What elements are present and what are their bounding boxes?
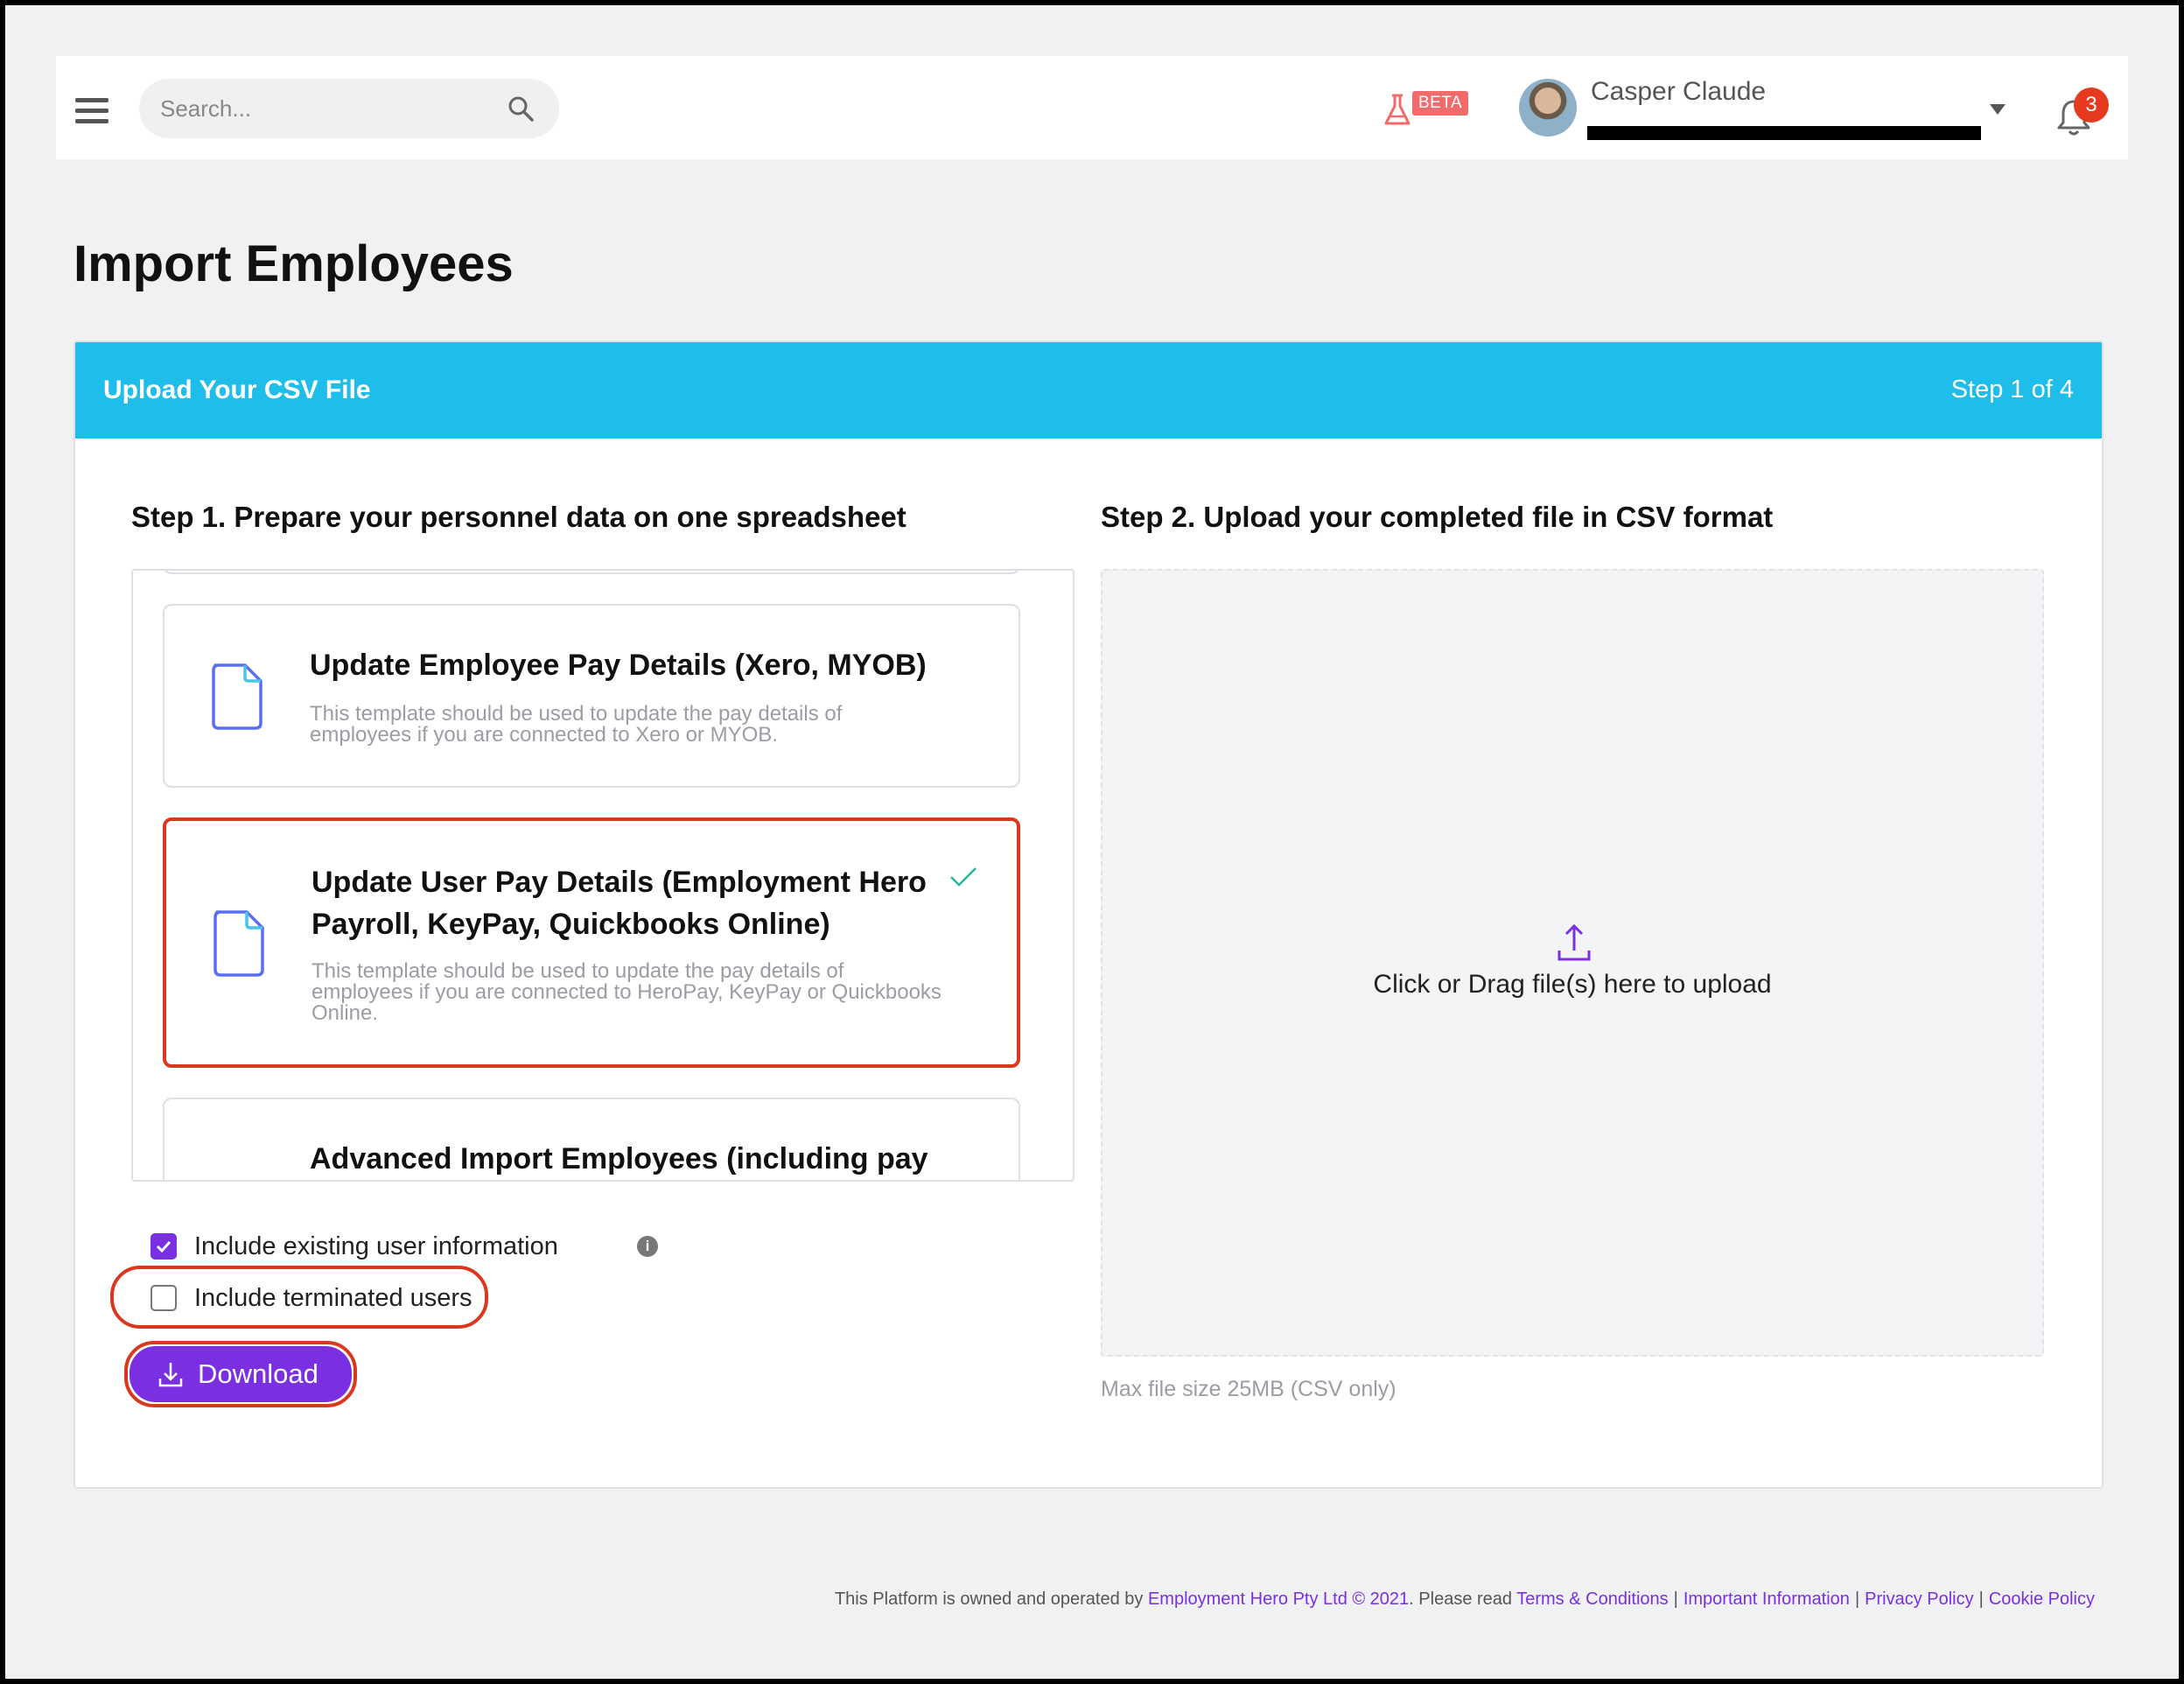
- template-card-heropay-keypay-quickbooks[interactable]: Update User Pay Details (Employment Hero…: [163, 817, 1020, 1068]
- footer-prefix: This Platform is owned and operated by: [834, 1589, 1144, 1609]
- file-dropzone[interactable]: Click or Drag file(s) here to upload: [1101, 569, 2044, 1357]
- beta-features-button[interactable]: BETA: [1382, 88, 1470, 131]
- template-description: This template should be used to update t…: [310, 702, 843, 747]
- search-icon[interactable]: [507, 95, 535, 123]
- caret-down-icon[interactable]: [1990, 104, 2006, 115]
- template-list[interactable]: Update Employee Pay Details (Xero, MYOB)…: [131, 569, 1074, 1182]
- page-title: Import Employees: [74, 235, 514, 292]
- footer-separator: |: [1978, 1589, 1984, 1609]
- important-information-link[interactable]: Important Information: [1684, 1589, 1850, 1609]
- search-box: [139, 79, 559, 138]
- cookie-policy-link[interactable]: Cookie Policy: [1989, 1589, 2095, 1609]
- footer-middle: . Please read: [1409, 1589, 1513, 1609]
- document-icon: [212, 663, 262, 730]
- download-label: Download: [198, 1358, 318, 1389]
- include-existing-label[interactable]: Include existing user information: [194, 1232, 558, 1261]
- template-title: Update Employee Pay Details (Xero, MYOB): [310, 649, 927, 682]
- download-icon: [158, 1363, 183, 1387]
- top-navigation-bar: BETA Casper Claude 3: [56, 56, 2128, 159]
- document-icon: [214, 910, 264, 977]
- template-description: This template should be used to update t…: [312, 959, 942, 1025]
- footer: This Platform is owned and operated by E…: [835, 1589, 2095, 1610]
- footer-separator: |: [1854, 1589, 1860, 1609]
- menu-icon[interactable]: [75, 98, 108, 123]
- company-link[interactable]: Employment Hero Pty Ltd © 2021: [1148, 1589, 1409, 1609]
- template-card-xero-myob[interactable]: Update Employee Pay Details (Xero, MYOB)…: [163, 604, 1020, 788]
- step2-title: Step 2. Upload your completed file in CS…: [1101, 501, 1774, 533]
- download-button[interactable]: Download: [130, 1346, 352, 1402]
- notifications-button[interactable]: 3: [2056, 88, 2109, 137]
- import-card: Upload Your CSV File Step 1 of 4 Step 1.…: [74, 340, 2104, 1489]
- step1-title: Step 1. Prepare your personnel data on o…: [131, 501, 906, 533]
- card-header-title: Upload Your CSV File: [103, 375, 371, 404]
- checkmark-icon: [950, 867, 976, 887]
- terms-link[interactable]: Terms & Conditions: [1516, 1589, 1668, 1609]
- upload-icon: [1558, 923, 1591, 961]
- template-title: Advanced Import Employees (including pay: [310, 1142, 928, 1175]
- footer-separator: |: [1673, 1589, 1678, 1609]
- privacy-policy-link[interactable]: Privacy Policy: [1865, 1589, 1973, 1609]
- dropzone-text: Click or Drag file(s) here to upload: [1373, 970, 1772, 999]
- app-frame: BETA Casper Claude 3 Import Employees Up…: [5, 5, 2179, 1679]
- include-terminated-option[interactable]: Include terminated users: [150, 1281, 500, 1316]
- include-existing-checkbox[interactable]: [150, 1233, 177, 1259]
- search-input[interactable]: [160, 91, 493, 126]
- beta-badge: BETA: [1412, 91, 1469, 116]
- include-terminated-label[interactable]: Include terminated users: [194, 1284, 472, 1313]
- checkmark-icon: [156, 1240, 172, 1253]
- flask-icon: [1384, 94, 1410, 125]
- template-title: Update User Pay Details (Employment Hero…: [312, 866, 927, 941]
- card-header: Upload Your CSV File Step 1 of 4: [75, 342, 2102, 439]
- include-terminated-checkbox[interactable]: [150, 1285, 177, 1311]
- notification-count-badge: 3: [2074, 88, 2109, 123]
- template-card-advanced-import[interactable]: Advanced Import Employees (including pay: [163, 1098, 1020, 1180]
- user-name[interactable]: Casper Claude: [1591, 77, 1766, 107]
- step-indicator: Step 1 of 4: [1950, 375, 2074, 403]
- max-file-size-text: Max file size 25MB (CSV only): [1101, 1377, 1396, 1401]
- info-icon[interactable]: i: [637, 1236, 658, 1257]
- template-card-partial[interactable]: [163, 571, 1020, 574]
- user-avatar[interactable]: [1519, 79, 1577, 137]
- include-existing-option[interactable]: Include existing user information i: [150, 1229, 658, 1264]
- redacted-email: [1587, 126, 1981, 140]
